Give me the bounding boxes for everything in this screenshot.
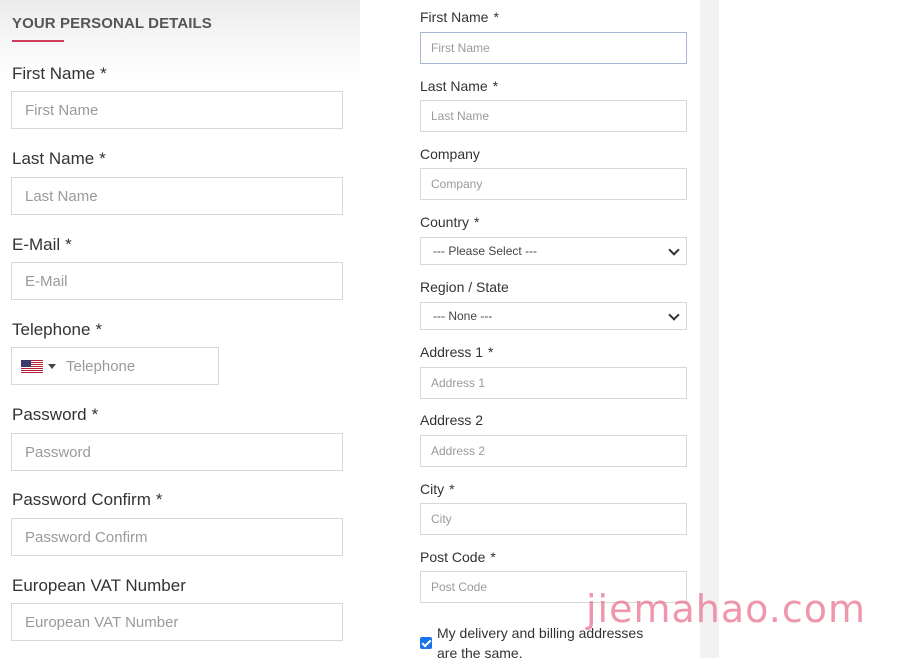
address2-input[interactable] — [420, 435, 687, 467]
address1-label: Address 1 * — [420, 344, 494, 360]
telephone-label: Telephone * — [12, 320, 103, 339]
email-input[interactable] — [11, 262, 343, 300]
email-label: E-Mail * — [12, 235, 72, 254]
region-selected-value: --- None --- — [433, 309, 493, 323]
password-confirm-label: Password Confirm * — [12, 490, 163, 509]
company-input[interactable] — [420, 168, 687, 200]
country-select[interactable]: --- Please Select --- — [420, 237, 687, 265]
city-input[interactable] — [420, 503, 687, 535]
country-label: Country * — [420, 214, 480, 230]
country-selected-value: --- Please Select --- — [433, 244, 538, 258]
billing-first-name-input[interactable] — [420, 32, 687, 64]
company-label: Company — [420, 146, 480, 162]
telephone-field — [11, 347, 219, 385]
us-flag-icon[interactable] — [21, 360, 43, 373]
country-dropdown-caret-icon[interactable] — [48, 364, 56, 369]
empty-area — [719, 0, 900, 658]
scroll-gutter — [700, 0, 719, 658]
post-code-label: Post Code * — [420, 549, 496, 565]
password-input[interactable] — [11, 433, 343, 471]
last-name-input[interactable] — [11, 177, 343, 215]
first-name-label: First Name * — [12, 64, 107, 83]
billing-first-name-label: First Name * — [420, 9, 499, 25]
vat-number-input[interactable] — [11, 603, 343, 641]
vat-number-label: European VAT Number — [12, 576, 186, 595]
watermark: jiemahao.com — [586, 587, 866, 631]
section-underline — [12, 40, 64, 42]
last-name-label: Last Name * — [12, 149, 106, 168]
first-name-input[interactable] — [11, 91, 343, 129]
chevron-down-icon — [668, 309, 680, 321]
telephone-input[interactable] — [66, 348, 216, 384]
city-label: City * — [420, 481, 455, 497]
password-label: Password * — [12, 405, 99, 424]
same-address-checkbox[interactable] — [420, 637, 432, 649]
billing-last-name-label: Last Name * — [420, 78, 499, 94]
address2-label: Address 2 — [420, 412, 484, 428]
section-title: YOUR PERSONAL DETAILS — [12, 15, 212, 32]
password-confirm-input[interactable] — [11, 518, 343, 556]
address1-input[interactable] — [420, 367, 687, 399]
billing-last-name-input[interactable] — [420, 100, 687, 132]
region-label: Region / State — [420, 279, 509, 295]
region-select[interactable]: --- None --- — [420, 302, 687, 330]
chevron-down-icon — [668, 244, 680, 256]
